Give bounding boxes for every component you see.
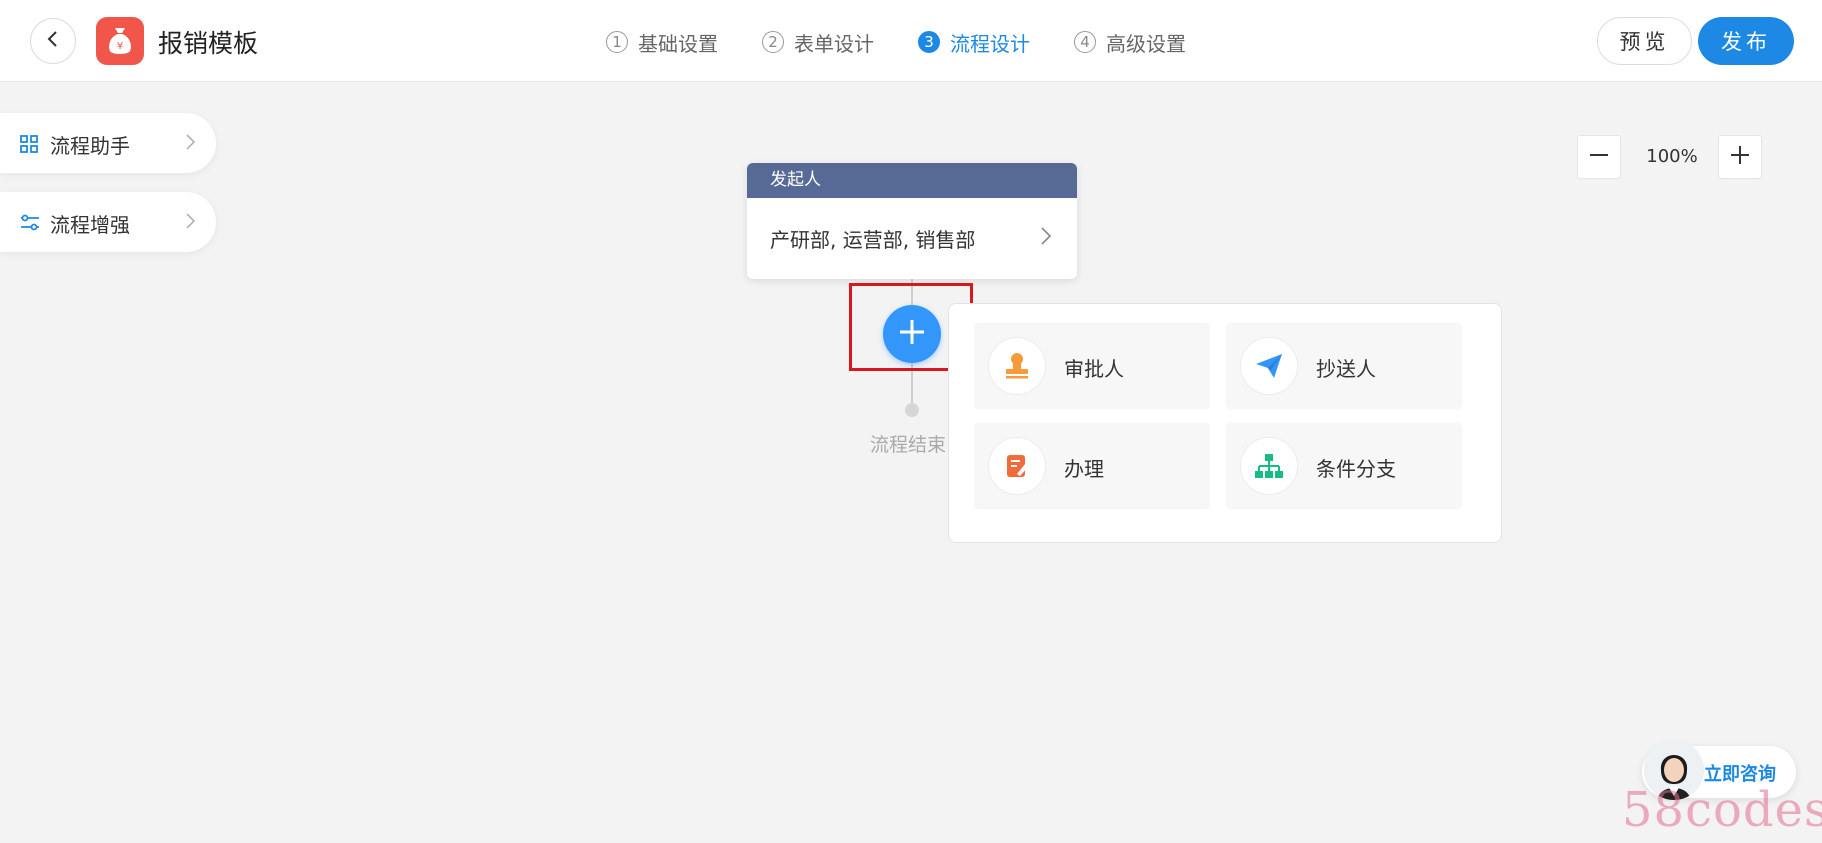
step-navigation: 1 基础设置 2 表单设计 3 流程设计 4 高级设置 xyxy=(606,28,1230,56)
node-title: 发起人 xyxy=(747,163,1077,198)
branch-icon xyxy=(1240,437,1298,495)
header-bar: ¥ 报销模板 1 基础设置 2 表单设计 3 流程设计 4 高级设置 预览 发布 xyxy=(0,0,1822,82)
step-number: 3 xyxy=(918,31,940,53)
step-form-design[interactable]: 2 表单设计 xyxy=(762,28,874,57)
chevron-right-icon xyxy=(184,133,196,155)
page-title: 报销模板 xyxy=(158,29,259,58)
chevron-right-icon xyxy=(184,212,196,234)
chevron-right-icon xyxy=(1039,225,1053,251)
step-number: 1 xyxy=(606,31,628,53)
money-bag-icon: ¥ xyxy=(96,17,144,65)
step-label: 基础设置 xyxy=(638,31,718,56)
step-number: 2 xyxy=(762,31,784,53)
option-label: 抄送人 xyxy=(1316,357,1376,381)
add-handle-option[interactable]: 办理 xyxy=(974,423,1210,509)
sidebar-item-label: 流程助手 xyxy=(50,134,130,158)
option-label: 审批人 xyxy=(1064,357,1124,381)
step-basic-settings[interactable]: 1 基础设置 xyxy=(606,28,718,57)
step-label: 高级设置 xyxy=(1106,31,1186,56)
plus-icon xyxy=(1729,144,1751,170)
preview-button[interactable]: 预览 xyxy=(1597,17,1692,65)
node-value: 产研部, 运营部, 销售部 xyxy=(770,228,976,252)
zoom-level: 100% xyxy=(1646,146,1698,167)
add-condition-branch-option[interactable]: 条件分支 xyxy=(1226,423,1462,509)
step-process-design[interactable]: 3 流程设计 xyxy=(918,28,1030,57)
zoom-in-button[interactable] xyxy=(1718,135,1762,179)
edit-icon xyxy=(988,437,1046,495)
step-advanced-settings[interactable]: 4 高级设置 xyxy=(1074,28,1186,57)
minus-icon xyxy=(1588,144,1610,170)
add-approver-option[interactable]: 审批人 xyxy=(974,323,1210,409)
publish-button[interactable]: 发布 xyxy=(1698,17,1794,65)
svg-text:¥: ¥ xyxy=(117,41,123,52)
step-number: 4 xyxy=(1074,31,1096,53)
sidebar-item-process-assistant[interactable]: 流程助手 xyxy=(0,113,216,173)
back-button[interactable] xyxy=(30,18,76,64)
step-label: 流程设计 xyxy=(950,31,1030,56)
chevron-left-icon xyxy=(44,30,62,52)
add-cc-option[interactable]: 抄送人 xyxy=(1226,323,1462,409)
stamp-icon xyxy=(988,337,1046,395)
watermark: 58codes xyxy=(1622,782,1822,838)
sliders-icon xyxy=(20,214,40,236)
paper-plane-icon xyxy=(1240,337,1298,395)
sidebar-item-process-enhance[interactable]: 流程增强 xyxy=(0,192,216,252)
end-dot xyxy=(905,403,919,417)
sidebar-item-label: 流程增强 xyxy=(50,213,130,237)
flow-end-label: 流程结束 xyxy=(870,434,947,456)
initiator-node[interactable]: 发起人 产研部, 运营部, 销售部 xyxy=(747,163,1077,279)
add-node-popup: 审批人 抄送人 办理 条件分支 xyxy=(948,303,1502,543)
step-label: 表单设计 xyxy=(794,31,874,56)
option-label: 条件分支 xyxy=(1316,457,1396,481)
option-label: 办理 xyxy=(1064,457,1104,481)
grid-icon xyxy=(20,135,38,157)
zoom-out-button[interactable] xyxy=(1577,135,1621,179)
